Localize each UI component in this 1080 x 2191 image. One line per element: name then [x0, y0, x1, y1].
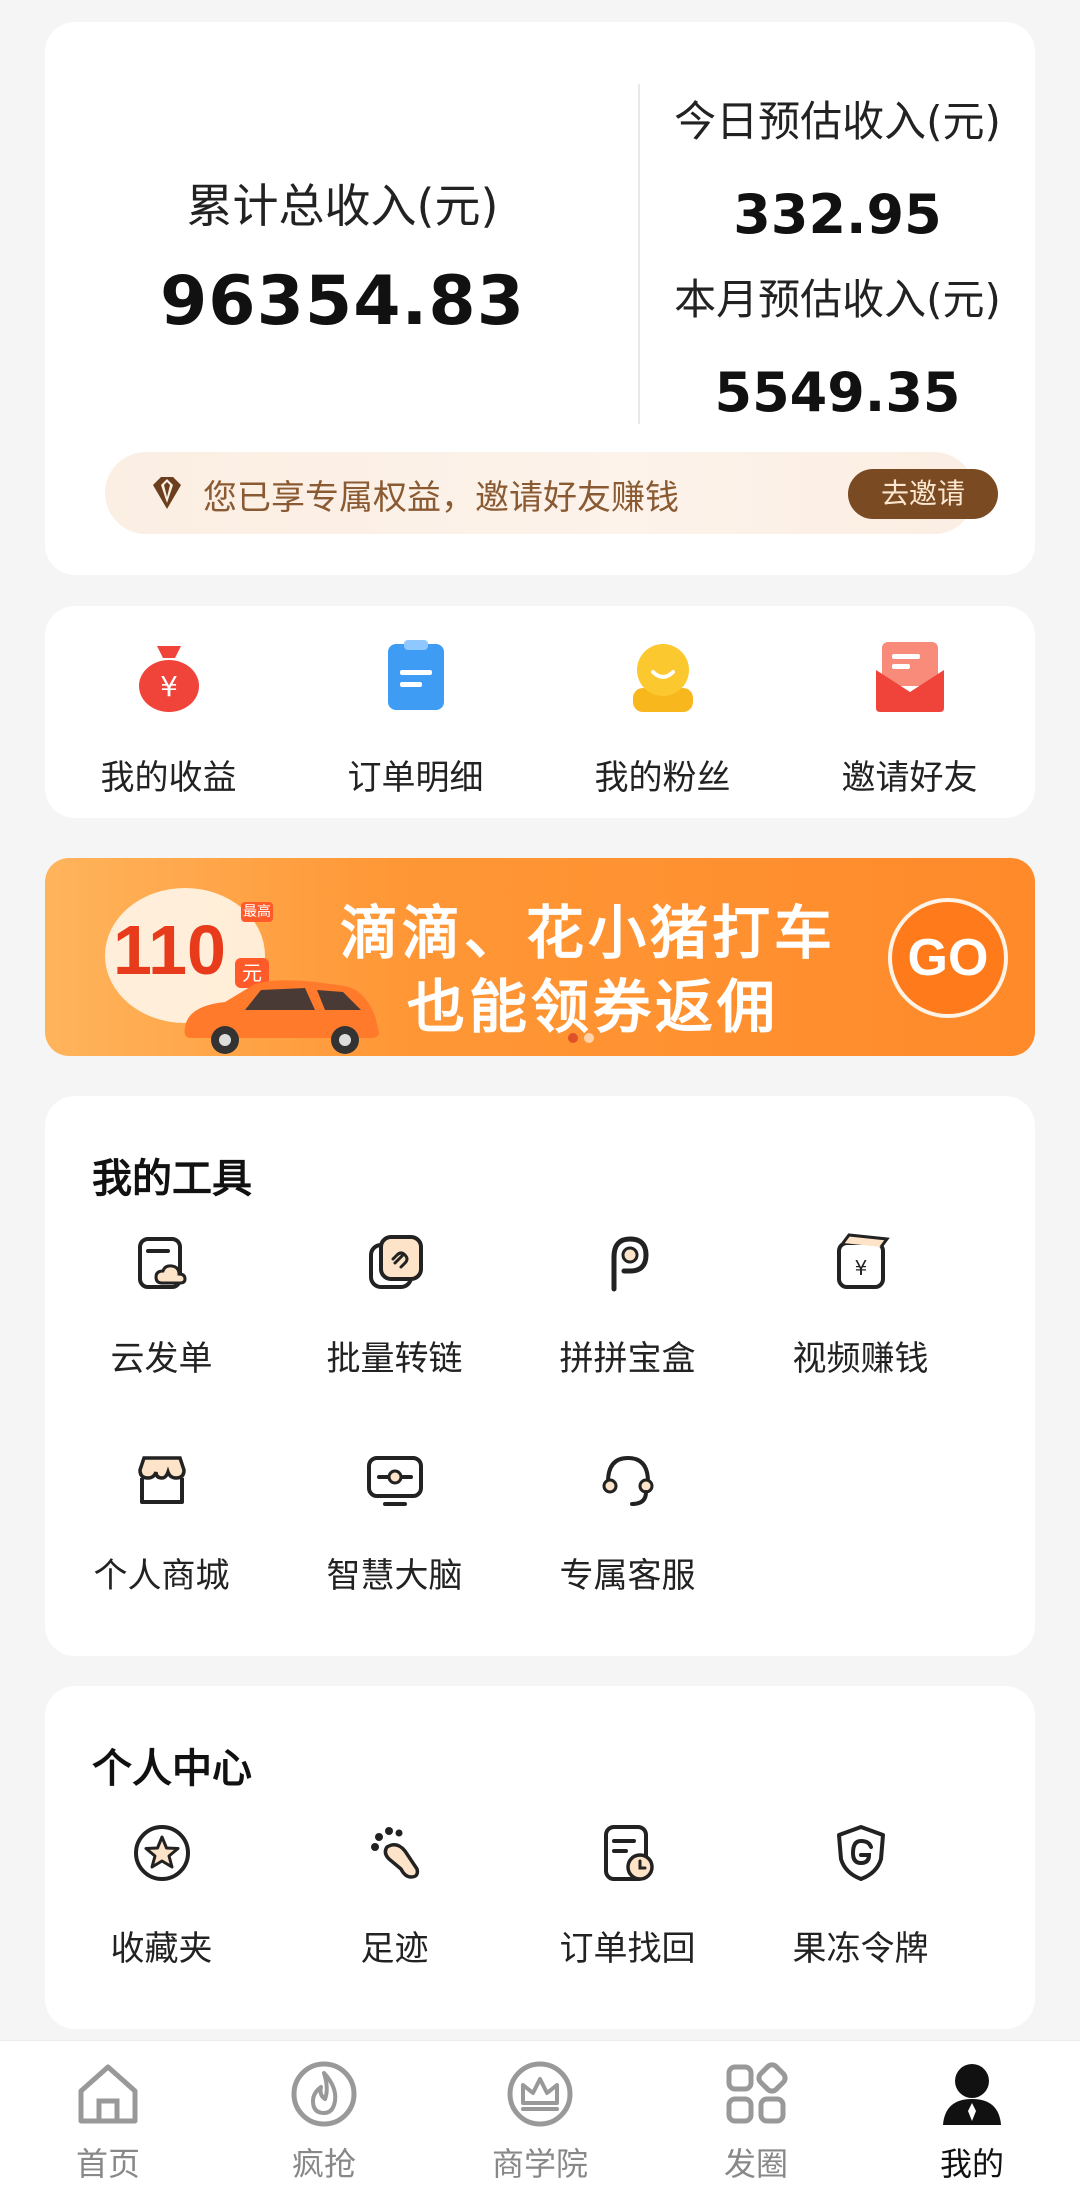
tool-smart-brain[interactable]: 智慧大脑 [278, 1448, 511, 1597]
today-income-block[interactable]: 今日预估收入(元) 332.95 [640, 88, 1035, 246]
link-convert-icon [368, 1235, 423, 1289]
tool-label: 云发单 [110, 1339, 213, 1379]
quick-action-invite-friends[interactable]: 邀请好友 [786, 636, 1033, 799]
nav-post-circle[interactable]: 发圈 [648, 2059, 864, 2185]
quick-action-label: 我的粉丝 [594, 758, 731, 798]
carousel-dot [584, 1033, 594, 1043]
tool-video-earn[interactable]: ¥ 视频赚钱 [744, 1231, 977, 1380]
tool-label: 收藏夹 [110, 1929, 213, 1969]
nav-business-school[interactable]: 商学院 [432, 2059, 648, 2185]
tool-label: 拼拼宝盒 [559, 1339, 696, 1379]
nav-label: 疯抢 [291, 2145, 356, 2183]
nav-label: 商学院 [491, 2145, 588, 2183]
brain-screen-icon [366, 1456, 423, 1506]
car-illustration [184, 980, 379, 1054]
nav-label: 首页 [75, 2145, 140, 2183]
invite-button[interactable]: 去邀请 [848, 469, 998, 519]
quick-action-my-earnings[interactable]: ¥ 我的收益 [45, 636, 292, 799]
quick-action-my-fans[interactable]: 我的粉丝 [539, 636, 786, 799]
flame-icon [291, 2061, 357, 2127]
month-income-block[interactable]: 本月预估收入(元) 5549.35 [640, 266, 1035, 424]
promo-banner[interactable]: 110 最高 元 滴滴、花小猪打车 也能领券返佣 GO [45, 858, 1035, 1056]
shield-g-icon [836, 1825, 885, 1881]
tool-personal-mall[interactable]: 个人商城 [45, 1448, 278, 1597]
total-income-value: 96354.83 [159, 262, 526, 341]
fan-smiley-icon [632, 644, 693, 712]
tool-label: 批量转链 [326, 1339, 463, 1379]
quick-action-order-detail[interactable]: 订单明细 [292, 636, 539, 799]
shop-icon [137, 1456, 186, 1504]
tool-label: 足迹 [360, 1929, 429, 1969]
carousel-dot [568, 1033, 578, 1043]
center-favorites[interactable]: 收藏夹 [45, 1821, 278, 1970]
video-money-icon: ¥ [836, 1233, 890, 1289]
center-order-retrieve[interactable]: 订单找回 [511, 1821, 744, 1970]
invite-text: 您已享专属权益，邀请好友赚钱 [203, 478, 679, 518]
total-income-label: 累计总收入(元) [186, 179, 499, 233]
center-jelly-token[interactable]: 果冻令牌 [744, 1821, 977, 1970]
tool-label: 专属客服 [559, 1556, 696, 1596]
nav-label: 我的 [939, 2145, 1004, 2183]
crown-icon [507, 2061, 573, 2127]
month-income-value: 5549.35 [714, 361, 961, 424]
tool-cloud-send[interactable]: 云发单 [45, 1231, 278, 1380]
center-footprint[interactable]: 足迹 [278, 1821, 511, 1970]
tool-label: 订单找回 [559, 1929, 696, 1969]
today-income-label: 今日预估收入(元) [674, 97, 1001, 146]
cloud-doc-icon [137, 1237, 187, 1289]
quick-action-label: 邀请好友 [841, 758, 978, 798]
star-icon [133, 1825, 190, 1881]
bottom-nav: 首页 疯抢 商学院 发圈 我的 [0, 2040, 1080, 2191]
section-title: 个人中心 [92, 1746, 252, 1792]
tool-pinpin-box[interactable]: 拼拼宝盒 [511, 1231, 744, 1380]
quick-actions-card: ¥ 我的收益 订单明细 我的粉丝 邀请好友 [45, 606, 1035, 818]
user-icon [943, 2064, 1001, 2125]
footprint-icon [370, 1827, 419, 1879]
order-retrieve-icon [603, 1825, 654, 1881]
tool-customer-service[interactable]: 专属客服 [511, 1448, 744, 1597]
month-income-label: 本月预估收入(元) [674, 275, 1001, 324]
headset-icon [602, 1455, 653, 1506]
envelope-icon [875, 642, 944, 712]
carousel-indicator [568, 1028, 600, 1047]
quick-action-label: 订单明细 [347, 758, 484, 798]
tool-label: 智慧大脑 [326, 1556, 463, 1596]
today-income-value: 332.95 [733, 183, 942, 246]
promo-go-button[interactable]: GO [888, 898, 1008, 1018]
money-bag-icon: ¥ [138, 646, 199, 712]
diamond-icon [153, 477, 181, 509]
personal-center-card: 个人中心 收藏夹 足迹 订单找回 果冻令牌 [45, 1686, 1035, 2029]
nav-mine[interactable]: 我的 [864, 2059, 1080, 2185]
clipboard-icon [387, 640, 444, 710]
tool-label: 果冻令牌 [792, 1929, 929, 1969]
nav-label: 发圈 [723, 2145, 788, 2183]
tool-label: 个人商城 [93, 1556, 230, 1596]
pinpin-p-icon [611, 1236, 649, 1292]
nav-home[interactable]: 首页 [0, 2059, 216, 2185]
tool-label: 视频赚钱 [792, 1339, 929, 1379]
svg-text:¥: ¥ [854, 1256, 867, 1280]
nav-rush[interactable]: 疯抢 [216, 2059, 432, 2185]
total-income-block[interactable]: 累计总收入(元) 96354.83 [45, 22, 640, 452]
invite-banner[interactable]: 您已享专属权益，邀请好友赚钱 去邀请 [105, 452, 998, 534]
grid-icon [726, 2062, 788, 2124]
promo-headline: 滴滴、花小猪打车 [340, 899, 837, 967]
promo-max-tag: 最高 [241, 902, 273, 922]
svg-text:¥: ¥ [160, 670, 178, 703]
tool-batch-link[interactable]: 批量转链 [278, 1231, 511, 1380]
home-icon [78, 2064, 138, 2124]
quick-action-label: 我的收益 [100, 758, 237, 798]
my-tools-card: 我的工具 云发单 批量转链 拼拼宝盒 ¥ 视频赚钱 个人商城 智慧大脑 专属客服 [45, 1096, 1035, 1656]
earnings-card: 累计总收入(元) 96354.83 今日预估收入(元) 332.95 本月预估收… [45, 22, 1035, 575]
section-title: 我的工具 [92, 1156, 252, 1202]
